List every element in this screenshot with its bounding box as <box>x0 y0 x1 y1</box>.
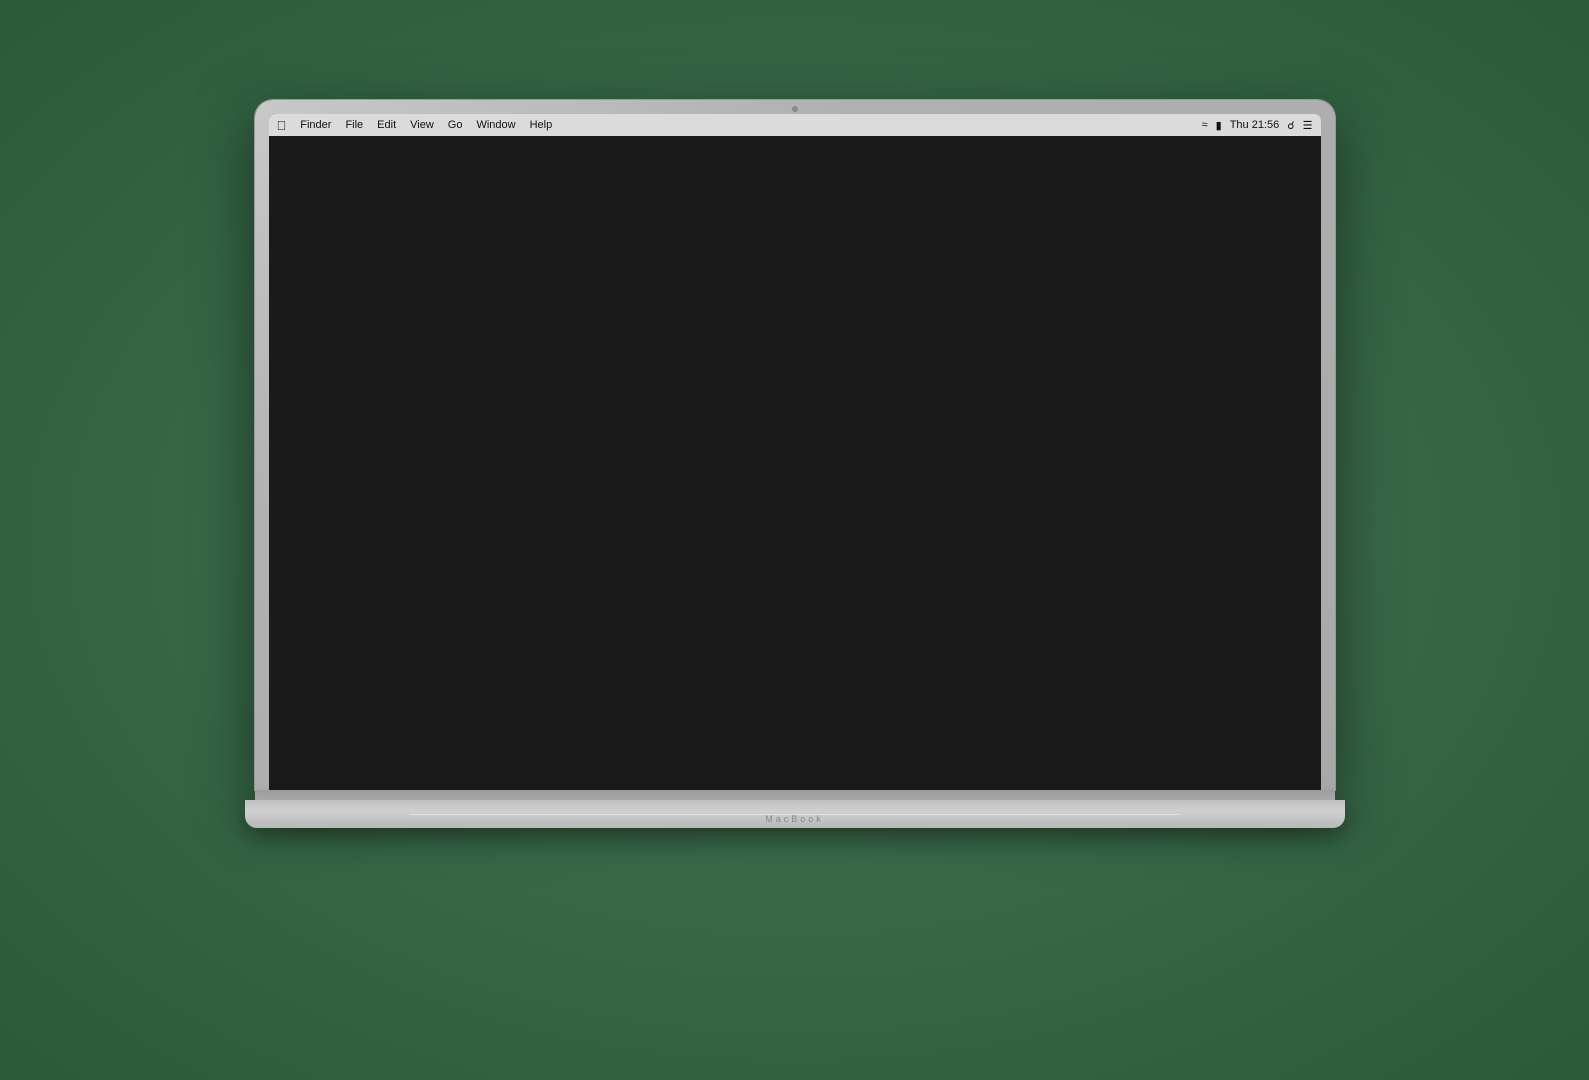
menubar-time: Thu 21:56 <box>1230 119 1280 131</box>
menu-edit[interactable]: Edit <box>377 119 396 131</box>
macbook-label: MacBook <box>765 814 824 824</box>
base-reflection <box>410 814 1180 815</box>
apple-menu-icon[interactable]:  <box>277 118 287 133</box>
battery-icon: ▮ <box>1216 119 1222 132</box>
menubar-controls-icon[interactable]: ☰ <box>1303 119 1313 132</box>
menu-file[interactable]: File <box>345 119 363 131</box>
screen-bezel:  Finder File Edit View Go Window Help ≈… <box>255 100 1335 790</box>
macos-menubar:  Finder File Edit View Go Window Help ≈… <box>269 114 1321 136</box>
search-menubar-icon[interactable]: ☌ <box>1287 119 1294 132</box>
menu-help[interactable]: Help <box>530 119 553 131</box>
menu-finder[interactable]: Finder <box>300 119 331 131</box>
menu-view[interactable]: View <box>410 119 434 131</box>
macbook-device:  Finder File Edit View Go Window Help ≈… <box>245 100 1345 980</box>
camera-dot <box>792 106 798 112</box>
menu-go[interactable]: Go <box>448 119 463 131</box>
menu-window[interactable]: Window <box>476 119 515 131</box>
macbook-hinge <box>255 790 1335 800</box>
menubar-right: ≈ ▮ Thu 21:56 ☌ ☰ <box>1202 119 1313 132</box>
wifi-icon: ≈ <box>1202 119 1208 131</box>
menubar-left:  Finder File Edit View Go Window Help <box>277 118 553 133</box>
screen:  Finder File Edit View Go Window Help ≈… <box>269 114 1321 790</box>
macbook-base: MacBook <box>245 800 1345 828</box>
